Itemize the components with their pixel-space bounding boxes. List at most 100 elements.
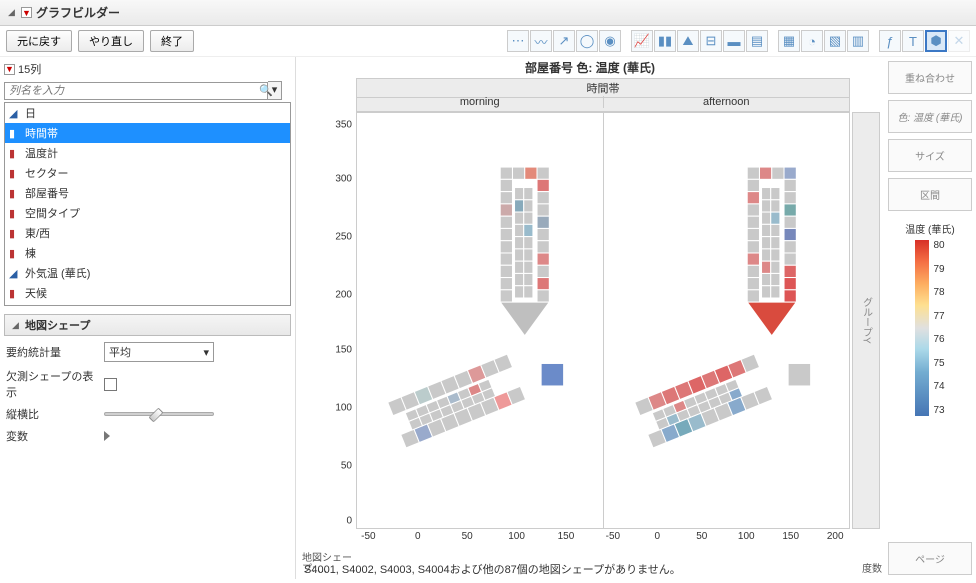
- window-title: グラフビルダー: [36, 4, 120, 21]
- col-label: 時間帯: [25, 125, 58, 141]
- parallel-icon[interactable]: ▥: [847, 30, 869, 52]
- continuous-icon: ◢: [9, 107, 21, 119]
- formula-icon[interactable]: ƒ: [879, 30, 901, 52]
- col-disclosure-icon[interactable]: ▼: [4, 64, 15, 75]
- undo-button[interactable]: 元に戻す: [6, 30, 72, 52]
- facet-header: 時間帯 morning afternoon: [356, 78, 850, 112]
- legend-tick: 76: [933, 334, 944, 345]
- select-value: 平均: [109, 344, 131, 360]
- smoother-icon[interactable]: 〰: [530, 30, 552, 52]
- outer-disclosure-icon[interactable]: ◢: [6, 7, 17, 18]
- done-button[interactable]: 終了: [150, 30, 194, 52]
- legend-tick: 79: [933, 264, 944, 275]
- legend-ticks: 80 79 78 77 76 75 74 73: [933, 240, 944, 416]
- col-label: 天候: [25, 285, 47, 301]
- size-dropzone[interactable]: サイズ: [888, 139, 972, 172]
- color-dropzone[interactable]: 色: 温度 (華氏): [888, 100, 972, 133]
- heatmap-icon[interactable]: ▤: [746, 30, 768, 52]
- pie-icon[interactable]: ◔: [801, 30, 823, 52]
- col-label: 空間タイプ: [25, 205, 80, 221]
- shape-section-header[interactable]: ◢ 地図シェープ: [4, 314, 291, 336]
- redo-button[interactable]: やり直し: [78, 30, 144, 52]
- boxplot-icon[interactable]: ⊟: [700, 30, 722, 52]
- col-item-eastwest[interactable]: ▮ 東/西: [5, 223, 290, 243]
- legend-tick: 78: [933, 287, 944, 298]
- col-label: 外気温 (華氏): [25, 265, 90, 281]
- summary-stat-select[interactable]: 平均▾: [104, 342, 214, 362]
- legend-tick: 75: [933, 358, 944, 369]
- histogram-icon[interactable]: ▬: [723, 30, 745, 52]
- legend-tick: 80: [933, 240, 944, 251]
- status-message: S4001, S4002, S4003, S4004および他の87個の地図シェー…: [304, 561, 681, 577]
- col-item-weather[interactable]: ▮ 天候: [5, 283, 290, 303]
- slider-thumb-icon[interactable]: [149, 408, 164, 423]
- facet-afternoon: afternoon: [604, 96, 850, 108]
- column-count-label: 15列: [18, 61, 41, 77]
- search-icon: 🔍: [259, 84, 273, 97]
- x-tick: 0: [655, 531, 661, 542]
- chart-area: 時間帯 morning afternoon 350 300 250 200 15…: [296, 78, 884, 579]
- contour-icon[interactable]: ◉: [599, 30, 621, 52]
- aspect-slider[interactable]: [104, 412, 214, 416]
- col-item-day[interactable]: ◢日: [5, 103, 290, 123]
- col-item-room[interactable]: ▮ 部屋番号: [5, 183, 290, 203]
- x-tick: 50: [462, 531, 473, 542]
- nominal-icon: ▮: [9, 287, 21, 299]
- interval-dropzone[interactable]: 区間: [888, 178, 972, 211]
- toolbar: 元に戻す やり直し 終了 ⋯ 〰 ↗ ◯ ◉ 📈 ▮▮ ⛰ ⊟ ▬ ▤ ▦ ◔ …: [0, 26, 976, 57]
- col-label: 温度計: [25, 145, 58, 161]
- aspect-label: 縦横比: [6, 406, 96, 422]
- col-label: 部屋番号: [25, 185, 69, 201]
- overlay-dropzone[interactable]: 重ね合わせ: [888, 61, 972, 94]
- plot-morning: [357, 113, 604, 528]
- col-item-building[interactable]: ▮棟: [5, 243, 290, 263]
- points-icon[interactable]: ⋯: [507, 30, 529, 52]
- right-panel: 重ね合わせ 色: 温度 (華氏) サイズ 区間 温度 (華氏) 80 79 78…: [884, 57, 976, 579]
- group-y-strip[interactable]: グループY: [852, 112, 880, 529]
- area-icon[interactable]: ⛰: [677, 30, 699, 52]
- treemap-icon[interactable]: ▧: [824, 30, 846, 52]
- y-axis: 350 300 250 200 150 100 50 0: [316, 112, 356, 529]
- other-icon[interactable]: ✕: [948, 30, 970, 52]
- plot-zone: 時間帯 morning afternoon 350 300 250 200 15…: [296, 78, 884, 579]
- col-item-sector[interactable]: ▮ セクター: [5, 163, 290, 183]
- missing-shape-checkbox[interactable]: [104, 378, 117, 391]
- legend-tick: 74: [933, 381, 944, 392]
- x-tick: 0: [415, 531, 421, 542]
- nominal-icon: ▮: [9, 147, 21, 159]
- missing-shape-label: 欠測シェープの表示: [6, 368, 96, 400]
- disclosure-icon[interactable]: ▼: [21, 7, 32, 18]
- variable-expand-icon[interactable]: [104, 431, 110, 441]
- legend-title: 温度 (華氏): [888, 221, 972, 236]
- shape-section-title: 地図シェープ: [25, 317, 90, 333]
- column-list[interactable]: ◢日 ▮時間帯 ▮温度計 ▮セクター ▮部屋番号 ▮空間タイプ ▮東/西 ▮棟 …: [4, 102, 291, 306]
- col-item-outtemp[interactable]: ◢外気温 (華氏): [5, 263, 290, 283]
- col-item-thermometer[interactable]: ▮ 温度計: [5, 143, 290, 163]
- col-item-spacetype[interactable]: ▮空間タイプ: [5, 203, 290, 223]
- nominal-icon: ▮: [9, 167, 21, 179]
- x-tick: 100: [508, 531, 525, 542]
- caption-icon[interactable]: T: [902, 30, 924, 52]
- shape-options: 要約統計量 平均▾ 欠測シェープの表示 縦横比 変数: [4, 338, 291, 448]
- search-input[interactable]: [4, 82, 268, 100]
- bar-icon[interactable]: ▮▮: [654, 30, 676, 52]
- col-label: 東/西: [25, 225, 50, 241]
- y-tick: 50: [316, 461, 352, 472]
- plot-afternoon: [604, 113, 850, 528]
- section-disclosure-icon: ◢: [10, 320, 21, 331]
- page-dropzone[interactable]: ページ: [888, 542, 972, 575]
- summary-stat-label: 要約統計量: [6, 344, 96, 360]
- mosaic-icon[interactable]: ▦: [778, 30, 800, 52]
- map-shapes-icon[interactable]: ⬢: [925, 30, 947, 52]
- nominal-icon: ▮: [9, 227, 21, 239]
- col-item-timeband[interactable]: ▮時間帯: [5, 123, 290, 143]
- ellipse-icon[interactable]: ◯: [576, 30, 598, 52]
- lineof-fit-icon[interactable]: ↗: [553, 30, 575, 52]
- plot-body[interactable]: [356, 112, 850, 529]
- facet-morning: morning: [357, 96, 604, 108]
- nominal-icon: ▮: [9, 187, 21, 199]
- col-label: セクター: [25, 165, 69, 181]
- line-icon[interactable]: 📈: [631, 30, 653, 52]
- x-tick: -50: [606, 531, 620, 542]
- legend-gradient: [915, 240, 929, 416]
